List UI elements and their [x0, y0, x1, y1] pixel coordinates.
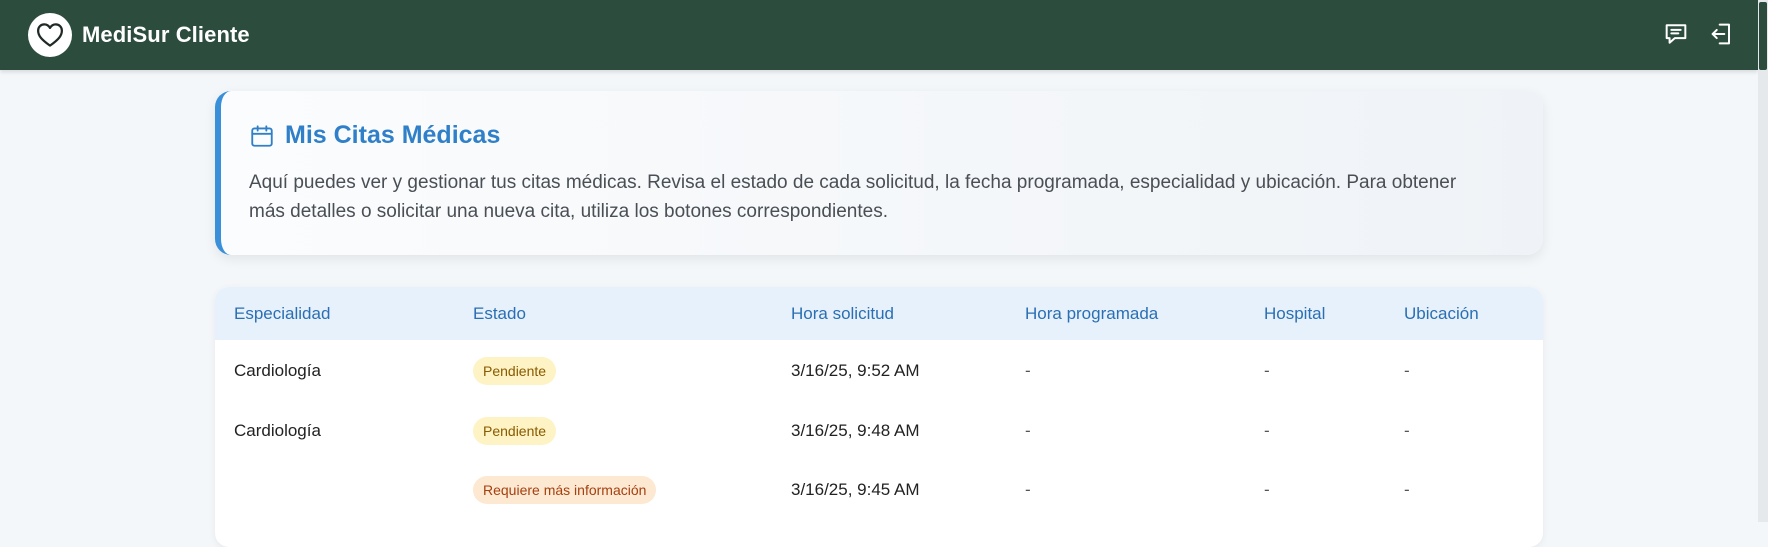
calendar-icon — [251, 124, 273, 147]
page-description: Aquí puedes ver y gestionar tus citas mé… — [249, 172, 1457, 222]
cell-estado: Pendiente — [454, 340, 772, 401]
page-title: Mis Citas Médicas — [285, 121, 501, 149]
logout-button[interactable] — [1708, 20, 1736, 48]
cell-hora-programada: - — [1025, 420, 1031, 440]
cell-hora-programada: - — [1025, 479, 1031, 499]
column-header-ubicacion[interactable]: Ubicación — [1385, 287, 1543, 340]
table-header-row: Especialidad Estado Hora solicitud Hora … — [215, 287, 1543, 340]
cell-hora-programada: - — [1025, 360, 1031, 380]
cell-hospital: - — [1264, 479, 1270, 499]
cell-hora-solicitud: 3/16/25, 9:48 AM — [791, 420, 920, 440]
heart-icon — [37, 23, 63, 47]
top-navbar: MediSur Cliente — [0, 0, 1758, 70]
appointments-table-card: Especialidad Estado Hora solicitud Hora … — [215, 287, 1543, 547]
cell-estado: Pendiente — [454, 401, 772, 460]
column-header-hospital[interactable]: Hospital — [1245, 287, 1385, 340]
info-card: Mis Citas Médicas Aquí puedes ver y gest… — [215, 91, 1543, 255]
cell-especialidad: Cardiología — [234, 360, 321, 380]
column-header-estado[interactable]: Estado — [454, 287, 772, 340]
cell-hora-solicitud: 3/16/25, 9:45 AM — [791, 479, 920, 499]
cell-especialidad — [215, 460, 454, 519]
app-logo[interactable] — [28, 13, 72, 57]
table-row[interactable]: Cardiología Pendiente 3/16/25, 9:52 AM -… — [215, 340, 1543, 401]
cell-hora-solicitud: 3/16/25, 9:52 AM — [791, 360, 920, 380]
cell-especialidad: Cardiología — [234, 420, 321, 440]
status-badge: Pendiente — [473, 356, 557, 385]
app-title[interactable]: MediSur Cliente — [82, 22, 250, 48]
logout-icon — [1711, 23, 1730, 45]
column-header-especialidad[interactable]: Especialidad — [215, 287, 454, 340]
status-badge: Requiere más información — [473, 475, 657, 504]
scrollbar-thumb[interactable] — [1759, 2, 1767, 70]
cell-hospital: - — [1264, 360, 1270, 380]
table-row[interactable]: Cardiología Pendiente 3/16/25, 9:48 AM -… — [215, 401, 1543, 460]
table-row[interactable]: Requiere más información 3/16/25, 9:45 A… — [215, 460, 1543, 519]
card-header: Mis Citas Médicas — [249, 121, 1513, 150]
appointments-table: Especialidad Estado Hora solicitud Hora … — [215, 287, 1543, 519]
column-header-hora-programada[interactable]: Hora programada — [1006, 287, 1245, 340]
cell-ubicacion: - — [1404, 360, 1410, 380]
cell-hospital: - — [1264, 420, 1270, 440]
status-badge: Pendiente — [473, 416, 557, 445]
navbar-actions — [1662, 20, 1736, 48]
chat-icon — [1665, 24, 1687, 44]
page-scrollbar[interactable] — [1758, 0, 1768, 522]
cell-ubicacion: - — [1404, 420, 1410, 440]
column-header-hora-solicitud[interactable]: Hora solicitud — [772, 287, 1006, 340]
cell-ubicacion: - — [1404, 479, 1410, 499]
messages-button[interactable] — [1662, 20, 1690, 48]
cell-estado: Requiere más información — [454, 460, 772, 519]
